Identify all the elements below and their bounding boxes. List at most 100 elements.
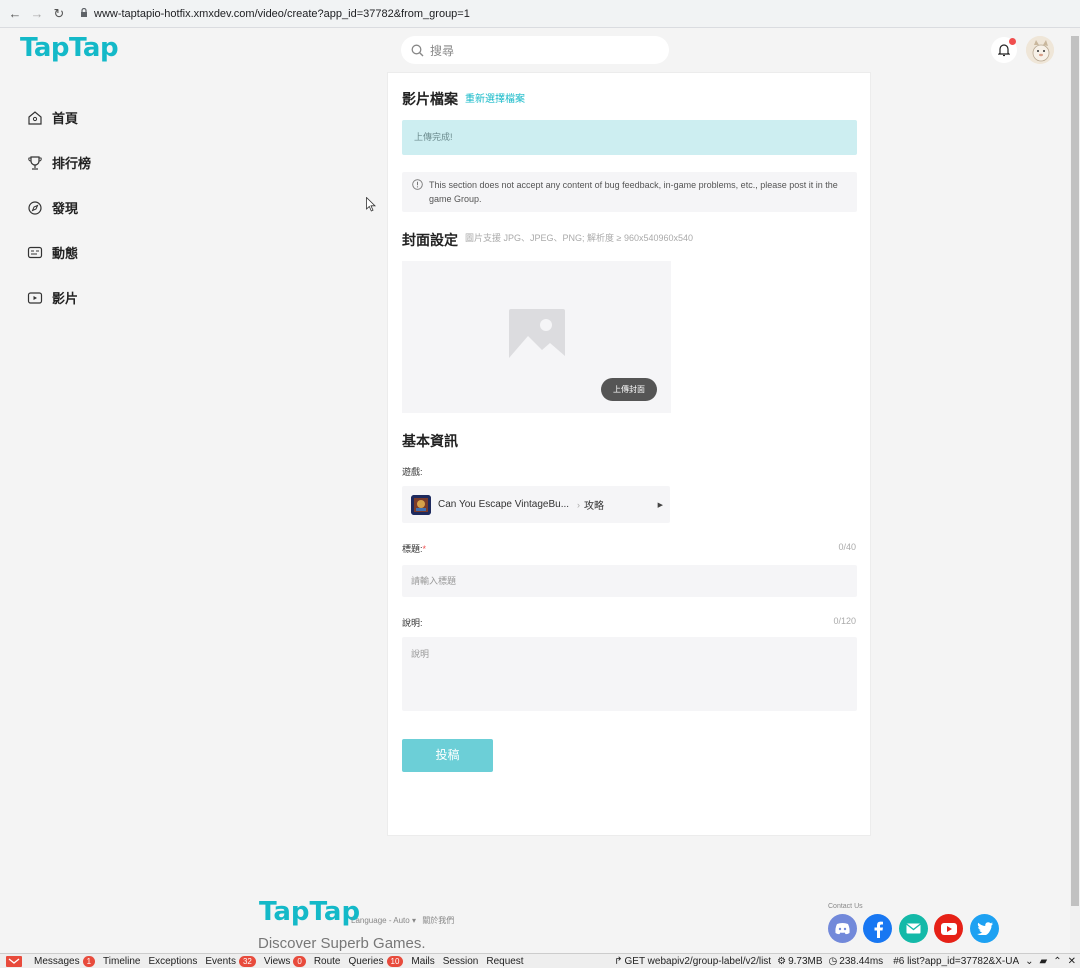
notice-text: This section does not accept any content… xyxy=(429,180,838,204)
share-icon: ↱ xyxy=(614,955,623,967)
tab-label: Events xyxy=(205,955,236,967)
debug-tab-queries[interactable]: Queries 10 xyxy=(348,955,404,967)
footer-logo[interactable]: TapTap xyxy=(259,897,360,927)
request-time: 238.44ms xyxy=(839,955,884,967)
image-placeholder-icon xyxy=(509,309,565,365)
video-icon xyxy=(26,289,44,307)
language-selector[interactable]: Language - Auto ▾ xyxy=(351,916,416,925)
game-label: 遊戲: xyxy=(402,467,423,477)
folder-icon[interactable]: ▰ xyxy=(1040,956,1048,967)
sidebar-item-label: 首頁 xyxy=(52,111,79,126)
chat-icon xyxy=(26,244,44,262)
taptap-logo[interactable]: TapTap xyxy=(20,33,119,63)
reselect-file-link[interactable]: 重新選擇檔案 xyxy=(465,90,525,105)
compass-icon xyxy=(26,199,44,217)
address-bar[interactable]: www-taptapio-hotfix.xmxdev.com/video/cre… xyxy=(94,8,470,20)
sidebar-item-feed[interactable]: 動態 xyxy=(26,230,91,275)
sidebar-item-discover[interactable]: 發現 xyxy=(26,185,91,230)
debug-tab-exceptions[interactable]: Exceptions xyxy=(148,956,197,967)
title-label-text: 標題: xyxy=(402,544,423,554)
sidebar-item-videos[interactable]: 影片 xyxy=(26,275,91,320)
search-input[interactable]: 搜尋 xyxy=(401,36,669,64)
youtube-icon[interactable] xyxy=(934,914,963,943)
debug-tab-mails[interactable]: Mails xyxy=(411,956,434,967)
events-badge: 32 xyxy=(238,955,256,967)
twitter-icon[interactable] xyxy=(970,914,999,943)
notice-box: This section does not accept any content… xyxy=(402,172,857,212)
close-icon[interactable]: ✕ xyxy=(1068,956,1076,967)
tab-label: Views xyxy=(263,955,291,967)
avatar[interactable] xyxy=(1026,36,1054,64)
description-counter: 0/120 xyxy=(833,616,856,626)
debug-tab-session[interactable]: Session xyxy=(443,956,479,967)
title-input[interactable]: 請輸入標題 xyxy=(402,565,857,597)
contact-label: Contact Us xyxy=(828,903,863,910)
scrollbar-thumb[interactable] xyxy=(1071,36,1079,906)
debug-tab-events[interactable]: Events 32 xyxy=(205,955,256,967)
trophy-icon xyxy=(26,154,44,172)
tab-label: Queries xyxy=(348,955,384,967)
info-icon xyxy=(412,179,423,194)
request-select[interactable]: #6 list?app_id=37782&X-UA xyxy=(893,956,1019,967)
debug-tab-timeline[interactable]: Timeline xyxy=(103,956,140,967)
page-scrollbar[interactable] xyxy=(1070,28,1080,953)
debug-tab-route[interactable]: Route xyxy=(314,956,341,967)
debug-tab-messages[interactable]: Messages 1 xyxy=(34,955,96,967)
chevron-down-icon[interactable]: ⌄ xyxy=(1025,956,1033,967)
cover-section-title: 封面設定 xyxy=(402,232,458,248)
facebook-icon[interactable] xyxy=(863,914,892,943)
game-name: Can You Escape VintageBu... xyxy=(438,499,570,510)
email-icon[interactable] xyxy=(899,914,928,943)
upload-cover-button[interactable]: 上傳封面 xyxy=(601,378,657,401)
basic-info-title: 基本資訊 xyxy=(402,433,458,449)
queries-badge: 10 xyxy=(386,955,404,967)
search-placeholder: 搜尋 xyxy=(430,43,455,58)
debug-tab-request[interactable]: Request xyxy=(486,956,523,967)
mouse-cursor-icon xyxy=(366,196,376,217)
views-badge: 0 xyxy=(293,955,306,967)
debug-tab-views[interactable]: Views 0 xyxy=(263,955,306,967)
upload-status-banner: 上傳完成! xyxy=(402,120,857,155)
sidebar-item-label: 發現 xyxy=(52,201,79,216)
title-label: 標題:* xyxy=(402,542,426,555)
debugbar-logo-icon[interactable] xyxy=(6,955,22,967)
sidebar-item-rankings[interactable]: 排行榜 xyxy=(26,140,91,185)
caret-right-icon: ▶ xyxy=(657,501,663,509)
back-icon[interactable]: ← xyxy=(4,6,26,21)
description-label: 說明: xyxy=(402,618,423,628)
game-selector[interactable]: Can You Escape VintageBu... › 攻略 ▶ xyxy=(402,486,670,523)
memory-usage: 9.73MB xyxy=(788,955,823,967)
search-icon xyxy=(411,44,424,56)
clock-icon: ◷ xyxy=(828,955,838,967)
sidebar-item-home[interactable]: 首頁 xyxy=(26,95,91,140)
forward-icon[interactable]: → xyxy=(26,6,48,21)
cover-hint: 圖片支援 JPG、JPEG、PNG; 解析度 ≥ 960x540960x540 xyxy=(465,233,694,243)
description-textarea[interactable]: 說明 xyxy=(402,637,857,711)
required-mark: * xyxy=(422,544,427,554)
game-app-icon xyxy=(411,494,431,515)
sidebar-nav: 首頁 排行榜 發現 動態 影片 xyxy=(26,95,91,320)
video-create-panel: 影片檔案 重新選擇檔案 上傳完成! This section does not … xyxy=(387,72,871,836)
submit-button[interactable]: 投稿 xyxy=(402,739,493,772)
sidebar-item-label: 排行榜 xyxy=(52,156,92,171)
chevron-up-icon[interactable]: ⌃ xyxy=(1053,956,1061,967)
footer-links: Language - Auto ▾ 關於我們 xyxy=(351,915,454,926)
notification-button[interactable] xyxy=(991,37,1017,63)
chevron-right-icon: › xyxy=(577,499,581,510)
tab-label: Messages xyxy=(34,955,80,967)
discord-icon[interactable] xyxy=(828,914,857,943)
cover-upload-area[interactable]: 上傳封面 xyxy=(402,261,671,413)
about-link[interactable]: 關於我們 xyxy=(422,916,454,925)
messages-badge: 1 xyxy=(82,955,96,967)
home-icon xyxy=(26,109,44,127)
game-category: 攻略 xyxy=(584,501,605,512)
video-section-title: 影片檔案 xyxy=(402,91,458,107)
memory-icon: ⚙ xyxy=(777,955,787,967)
browser-toolbar: ← → ↻ www-taptapio-hotfix.xmxdev.com/vid… xyxy=(0,0,1080,28)
request-info: GET webapiv2/group-label/v2/list xyxy=(624,955,772,967)
title-counter: 0/40 xyxy=(838,542,856,552)
reload-icon[interactable]: ↻ xyxy=(48,6,70,22)
sidebar-item-label: 動態 xyxy=(52,246,79,261)
debugbar-right: ↱ GET webapiv2/group-label/v2/list ⚙ 9.7… xyxy=(608,956,1076,967)
bell-icon xyxy=(998,44,1010,57)
